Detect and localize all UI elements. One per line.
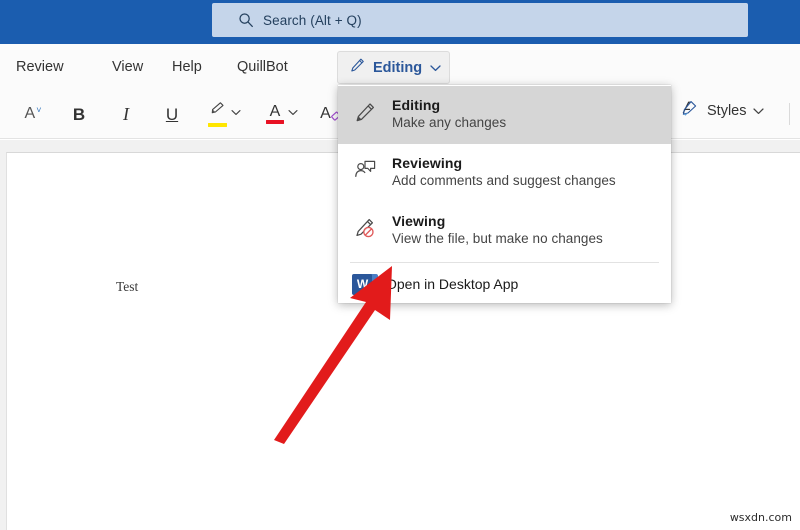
- highlighter-icon: [208, 101, 227, 122]
- toolbar-divider-right: [789, 103, 790, 125]
- menu-item-subtitle: Add comments and suggest changes: [392, 173, 616, 188]
- pencil-icon: [352, 99, 378, 125]
- title-bar: Search (Alt + Q): [0, 0, 800, 44]
- chevron-down-icon: [288, 109, 298, 119]
- styles-button-label: Styles: [707, 103, 747, 119]
- pencil-icon: [349, 57, 366, 79]
- font-color-swatch: [266, 120, 284, 124]
- word-app-icon-letter: W: [356, 277, 369, 291]
- tab-review[interactable]: Review: [16, 54, 64, 80]
- menu-item-editing[interactable]: Editing Make any changes: [338, 86, 671, 144]
- tab-quillbot[interactable]: QuillBot: [237, 54, 288, 80]
- highlight-color-dropdown[interactable]: [228, 100, 244, 128]
- styles-button[interactable]: Styles: [680, 96, 764, 126]
- styles-icon: [680, 99, 701, 124]
- tab-help[interactable]: Help: [172, 54, 202, 80]
- menu-item-open-in-desktop-app[interactable]: W Open in Desktop App: [338, 263, 671, 305]
- pencil-blocked-icon: [352, 215, 378, 241]
- menu-item-viewing[interactable]: Viewing View the file, but make no chang…: [338, 202, 671, 260]
- tab-view[interactable]: View: [112, 54, 143, 80]
- menu-item-title: Viewing: [392, 213, 446, 229]
- editing-mode-menu: Editing Make any changes Reviewing Add c…: [338, 85, 671, 303]
- font-color-dropdown[interactable]: [285, 100, 301, 128]
- underline-button[interactable]: U: [159, 100, 185, 128]
- search-input[interactable]: Search (Alt + Q): [212, 3, 748, 37]
- menu-item-subtitle: Make any changes: [392, 115, 507, 130]
- chevron-down-icon: [231, 109, 241, 119]
- search-placeholder-text: Search (Alt + Q): [263, 12, 362, 28]
- underline-glyph: U: [165, 104, 179, 124]
- chevron-down-icon: [430, 59, 441, 77]
- bold-button[interactable]: B: [66, 100, 92, 128]
- editing-mode-button[interactable]: Editing: [337, 51, 450, 84]
- menu-item-subtitle: View the file, but make no changes: [392, 231, 603, 246]
- word-app-icon: W: [352, 273, 378, 295]
- bold-glyph: B: [72, 104, 86, 124]
- editing-button-label: Editing: [373, 59, 423, 76]
- menu-item-label: Open in Desktop App: [386, 276, 519, 292]
- menu-item-title: Reviewing: [392, 155, 463, 171]
- word-online-window: Search (Alt + Q) Review View Help QuillB…: [0, 0, 800, 530]
- text-highlight-color-button[interactable]: [203, 100, 231, 128]
- person-comment-icon: [352, 157, 378, 183]
- chevron-down-icon: [752, 102, 764, 120]
- search-icon: [238, 12, 254, 28]
- menu-item-reviewing[interactable]: Reviewing Add comments and suggest chang…: [338, 144, 671, 202]
- font-size-grow-button[interactable]: A ˅: [18, 100, 48, 128]
- italic-glyph: I: [123, 104, 129, 124]
- highlight-color-swatch: [207, 123, 227, 127]
- document-body-text[interactable]: Test: [116, 279, 138, 295]
- italic-button[interactable]: I: [113, 100, 139, 128]
- menu-item-title: Editing: [392, 97, 441, 113]
- watermark: wsxdn.com: [729, 511, 792, 524]
